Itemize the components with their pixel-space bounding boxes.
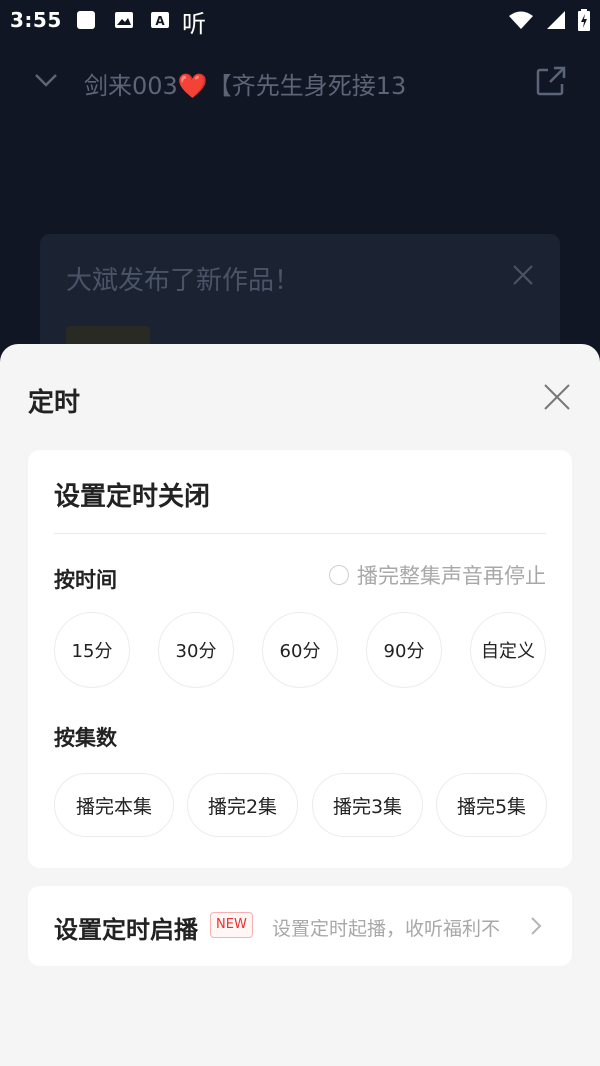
time-option-custom[interactable]: 自定义 [470, 612, 546, 688]
player-header: 剑来003❤️【齐先生身死接13 [0, 56, 600, 112]
finish-episode-label: 播完整集声音再停止 [357, 564, 546, 588]
chevron-down-icon[interactable] [32, 66, 60, 94]
episode-option-2[interactable]: 播完2集 [187, 773, 298, 837]
radio-icon[interactable] [329, 565, 349, 585]
time-option-90[interactable]: 90分 [366, 612, 442, 688]
track-title: 剑来003❤️【齐先生身死接13 [84, 72, 407, 100]
time-option-60[interactable]: 60分 [262, 612, 338, 688]
notification-square-icon [77, 11, 95, 29]
status-time: 3:55 [10, 8, 62, 32]
schedule-start-row[interactable]: 设置定时启播 NEW 设置定时起播，收听福利不 [28, 886, 572, 966]
new-badge: NEW [210, 912, 253, 938]
signal-icon [547, 11, 565, 29]
time-option-30[interactable]: 30分 [158, 612, 234, 688]
episode-option-3[interactable]: 播完3集 [312, 773, 423, 837]
notice-title: 大斌发布了新作品！ [66, 266, 301, 296]
episode-option-5[interactable]: 播完5集 [436, 773, 547, 837]
close-icon[interactable] [512, 264, 534, 286]
card-title: 设置定时关闭 [54, 482, 211, 512]
battery-charging-icon [578, 9, 590, 31]
by-time-label: 按时间 [54, 568, 117, 592]
status-bar: 3:55 A 听 [0, 0, 600, 40]
wifi-icon [509, 11, 533, 29]
time-option-15[interactable]: 15分 [54, 612, 130, 688]
schedule-start-subtitle: 设置定时起播，收听福利不 [272, 918, 501, 940]
ting-app-icon: 听 [182, 10, 206, 38]
font-a-icon: A [151, 12, 169, 28]
share-icon[interactable] [534, 64, 568, 98]
close-icon[interactable] [542, 382, 572, 412]
svg-text:A: A [155, 14, 165, 28]
chevron-right-icon [531, 917, 542, 935]
episode-option-current[interactable]: 播完本集 [54, 773, 174, 837]
finish-episode-toggle[interactable]: 播完整集声音再停止 [329, 560, 546, 590]
schedule-start-title: 设置定时启播 [54, 916, 198, 944]
divider [54, 533, 546, 534]
sheet-title: 定时 [28, 388, 81, 418]
timer-sheet: 定时 设置定时关闭 按时间 播完整集声音再停止 15分 30分 60分 90分 … [0, 344, 600, 1066]
by-episode-label: 按集数 [54, 726, 117, 750]
timer-close-card: 设置定时关闭 按时间 播完整集声音再停止 15分 30分 60分 90分 自定义… [28, 450, 572, 868]
image-icon [115, 12, 133, 28]
